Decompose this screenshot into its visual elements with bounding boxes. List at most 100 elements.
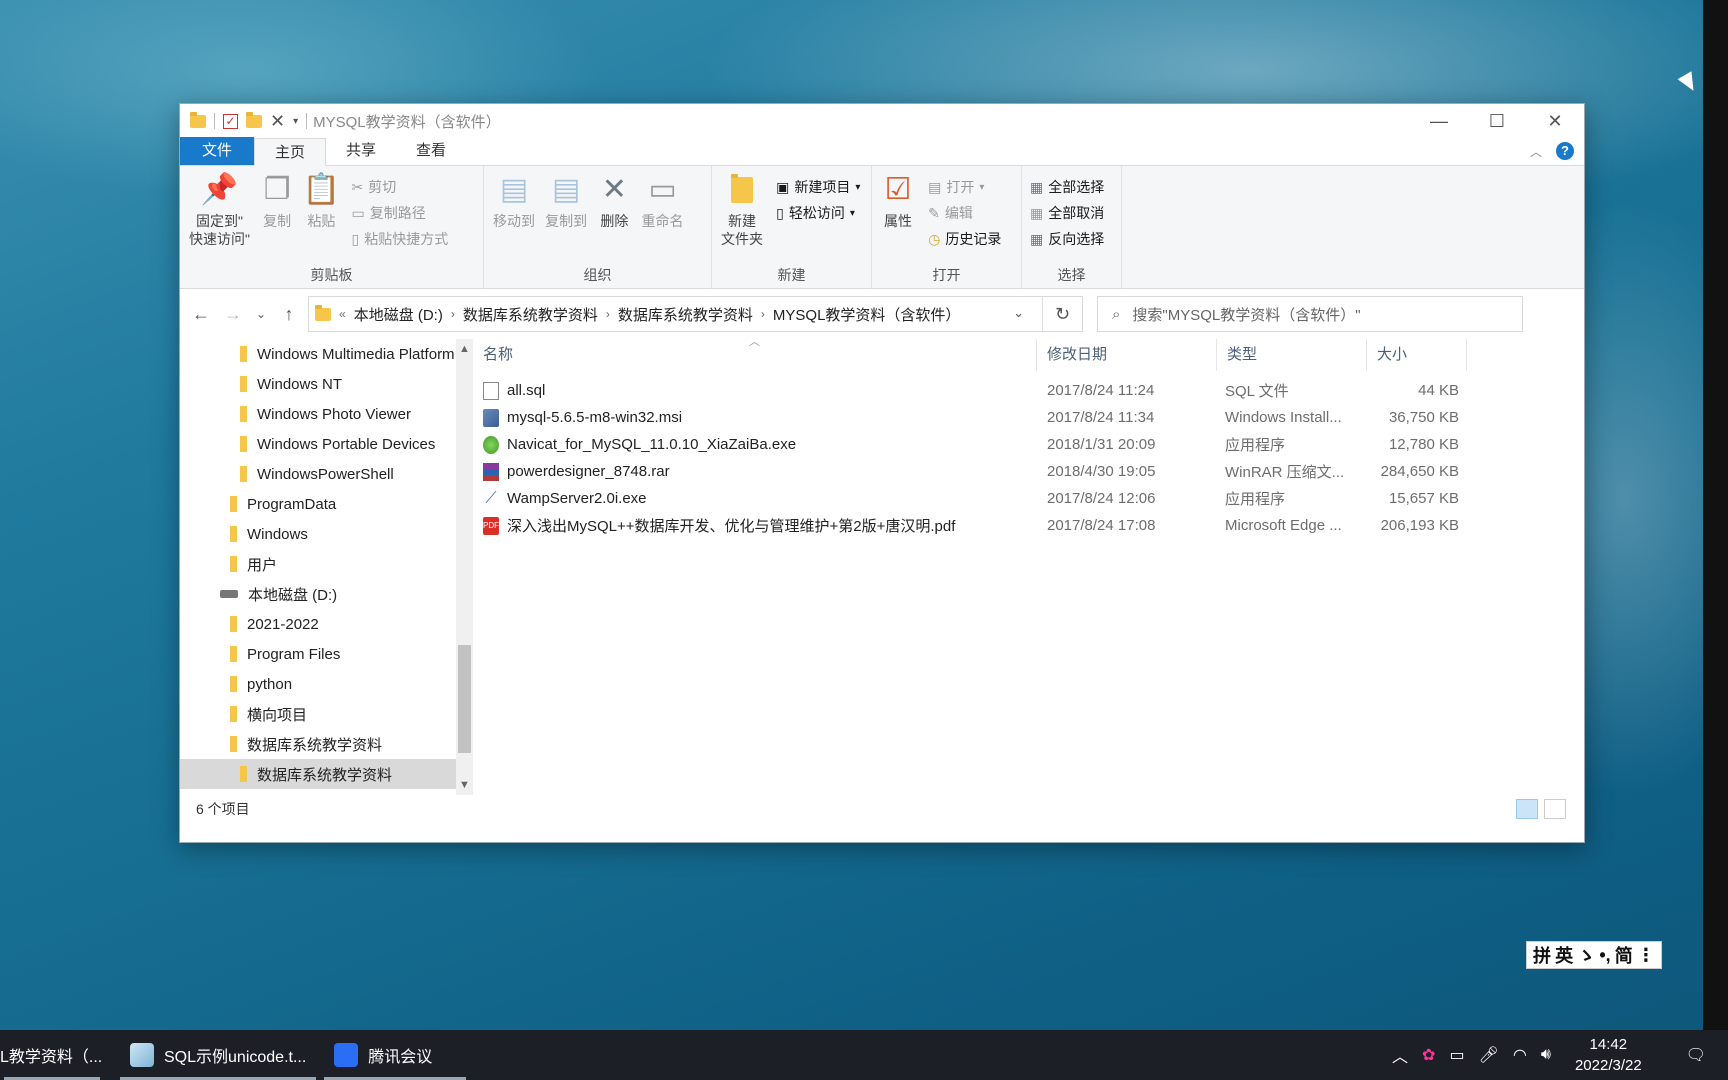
column-date[interactable]: 修改日期 [1037, 339, 1217, 371]
tree-item-folder[interactable]: 用户 [180, 549, 456, 579]
tree-item-folder[interactable]: Windows Photo Viewer [180, 399, 456, 429]
folder-icon [240, 376, 247, 392]
properties-check-icon[interactable]: ✓ [223, 113, 238, 129]
tree-item-folder[interactable]: Program Files [180, 639, 456, 669]
file-row[interactable]: Navicat_for_MySQL_11.0.10_XiaZaiBa.exe 20… [473, 431, 1584, 458]
maximize-button[interactable]: ☐ [1468, 104, 1526, 138]
tab-view[interactable]: 查看 [396, 137, 466, 165]
breadcrumb-current[interactable]: MYSQL教学资料（含软件） [773, 304, 961, 325]
tree-item-folder[interactable]: 数据库系统教学资料 [180, 759, 456, 789]
taskbar-tencent-meeting[interactable]: 腾讯会议 [320, 1030, 470, 1080]
ime-button[interactable]: •, [1599, 945, 1610, 966]
collapse-ribbon-icon[interactable]: ︿ [1530, 143, 1542, 160]
paste-button[interactable]: 📋 粘贴 [301, 172, 341, 230]
ime-button[interactable]: 拼 [1533, 942, 1551, 968]
minimize-button[interactable]: — [1410, 104, 1468, 138]
back-button[interactable]: ← [188, 304, 214, 325]
copy-path-button[interactable]: ▭ 复制路径 [352, 202, 449, 224]
delete-x-icon[interactable]: ✕ [270, 111, 285, 132]
close-button[interactable]: ✕ [1526, 104, 1584, 138]
file-row[interactable]: all.sql 2017/8/24 11:24 SQL 文件 44 KB [473, 377, 1584, 404]
breadcrumb-folder[interactable]: 数据库系统教学资料 [618, 304, 753, 325]
column-type[interactable]: 类型 [1217, 339, 1367, 371]
copy-button[interactable]: ❐ 复制 [257, 172, 297, 230]
chevron-right-icon[interactable]: › [606, 307, 610, 321]
tree-item-folder[interactable]: 2021-2022 [180, 609, 456, 639]
breadcrumb-folder[interactable]: 数据库系统教学资料 [463, 304, 598, 325]
ime-button[interactable]: ゝ [1577, 942, 1595, 968]
chevron-right-icon[interactable]: › [761, 307, 765, 321]
file-row[interactable]: mysql-5.6.5-m8-win32.msi 2017/8/24 11:34 W… [473, 404, 1584, 431]
tab-home[interactable]: 主页 [254, 138, 327, 166]
chevron-up-icon[interactable]: ︿ [1392, 1043, 1408, 1067]
app-tray-icon[interactable]: ✿ [1422, 1045, 1435, 1065]
invert-selection-button[interactable]: ▦ 反向选择 [1030, 228, 1104, 250]
paste-shortcut-button[interactable]: ▯ 粘贴快捷方式 [352, 228, 449, 250]
tab-file[interactable]: 文件 [180, 137, 255, 165]
search-input[interactable]: 搜索"MYSQL教学资料（含软件）" [1132, 304, 1360, 325]
select-none-button[interactable]: ▦ 全部取消 [1030, 202, 1104, 224]
tab-share[interactable]: 共享 [326, 137, 396, 165]
wifi-icon[interactable]: ◠ [1513, 1045, 1527, 1065]
refresh-button[interactable]: ↻ [1042, 297, 1082, 331]
customize-dropdown-icon[interactable]: ▾ [293, 116, 298, 127]
clock[interactable]: 14:42 2022/3/22 [1575, 1034, 1642, 1076]
notification-icon[interactable]: 🗨︎ [1686, 1045, 1706, 1065]
breadcrumb-drive[interactable]: 本地磁盘 (D:) [354, 304, 443, 325]
microphone-icon[interactable]: 🎤︎ [1479, 1045, 1499, 1065]
details-view-icon[interactable] [1516, 799, 1538, 819]
search-box[interactable]: ⌕ 搜索"MYSQL教学资料（含软件）" [1097, 296, 1523, 332]
file-row[interactable]: PDF 深入浅出MySQL++数据库开发、优化与管理维护+第2版+唐汉明.pdf 2… [473, 512, 1584, 539]
new-folder-button[interactable]: 新建 文件夹 [718, 172, 766, 248]
pin-quick-access-button[interactable]: 📌 固定到" 快速访问" [186, 172, 253, 248]
chevron-right-icon[interactable]: › [451, 307, 455, 321]
tree-item-folder[interactable]: Windows Multimedia Platform [180, 339, 456, 369]
open-button[interactable]: ▤ 打开 ▾ [928, 176, 1001, 198]
rename-button[interactable]: ▭ 重命名 [639, 172, 687, 230]
cut-button[interactable]: ✂ 剪切 [352, 176, 449, 198]
taskbar-explorer[interactable]: L教学资料（... [0, 1030, 104, 1080]
ime-button[interactable]: 简 [1615, 942, 1633, 968]
column-size[interactable]: 大小 [1367, 339, 1467, 371]
scroll-down-icon[interactable]: ▼ [456, 779, 473, 791]
forward-button[interactable]: → [220, 304, 246, 325]
help-icon[interactable]: ? [1556, 142, 1574, 160]
properties-button[interactable]: ☑ 属性 [878, 172, 918, 230]
chevron-down-icon[interactable]: ⌄ [1013, 305, 1024, 321]
tree-item-folder[interactable]: python [180, 669, 456, 699]
move-to-button[interactable]: ▤ 移动到 [490, 172, 538, 230]
tree-item-folder[interactable]: Windows [180, 519, 456, 549]
history-button[interactable]: ◷ 历史记录 [928, 228, 1001, 250]
large-icons-view-icon[interactable] [1544, 799, 1566, 819]
select-all-button[interactable]: ▦ 全部选择 [1030, 176, 1104, 198]
folder-icon [230, 556, 237, 572]
tree-item-folder[interactable]: Windows NT [180, 369, 456, 399]
new-item-button[interactable]: ▣ 新建项目 ▾ [776, 176, 860, 198]
ribbon: 📌 固定到" 快速访问" ❐ 复制 📋 粘贴 ✂ 剪切 ▭ 复制路径 ▯ 粘贴快捷方式… [180, 166, 1584, 289]
battery-icon[interactable]: ▭ [1449, 1045, 1464, 1065]
navigation-scrollbar[interactable]: ▲ ▼ [456, 339, 473, 795]
file-row[interactable]: powerdesigner_8748.rar 2018/4/30 19:05 Win… [473, 458, 1584, 485]
scrollbar-thumb[interactable] [458, 645, 471, 753]
edit-button[interactable]: ✎ 编辑 [928, 202, 1001, 224]
copy-to-button[interactable]: ▤ 复制到 [542, 172, 590, 230]
new-folder-icon[interactable] [246, 111, 262, 128]
tree-item-folder[interactable]: ProgramData [180, 489, 456, 519]
delete-button[interactable]: ✕ 删除 [594, 172, 634, 230]
up-button[interactable]: ↑ [276, 304, 302, 325]
scroll-up-icon[interactable]: ▲ [456, 343, 473, 355]
ime-button[interactable]: 英 [1555, 942, 1573, 968]
tree-item-folder[interactable]: Windows Portable Devices [180, 429, 456, 459]
ime-button[interactable]: ⋮ [1637, 945, 1655, 966]
recent-locations-icon[interactable]: ⌄ [252, 307, 270, 321]
file-date: 2017/8/24 11:34 [1047, 409, 1155, 426]
file-row[interactable]: ⟋ WampServer2.0i.exe 2017/8/24 12:06 应用程序 15… [473, 485, 1584, 512]
tree-item-drive[interactable]: 本地磁盘 (D:) [180, 579, 456, 609]
volume-icon[interactable]: 🔊︎ [1541, 1046, 1551, 1064]
address-bar[interactable]: « 本地磁盘 (D:) › 数据库系统教学资料 › 数据库系统教学资料 › MY… [308, 296, 1083, 332]
tree-item-folder[interactable]: 数据库系统教学资料 [180, 729, 456, 759]
tree-item-folder[interactable]: 横向项目 [180, 699, 456, 729]
taskbar-notepad[interactable]: SQL示例unicode.t... [116, 1030, 320, 1080]
easy-access-button[interactable]: ▯ 轻松访问 ▾ [776, 202, 860, 224]
tree-item-folder[interactable]: WindowsPowerShell [180, 459, 456, 489]
